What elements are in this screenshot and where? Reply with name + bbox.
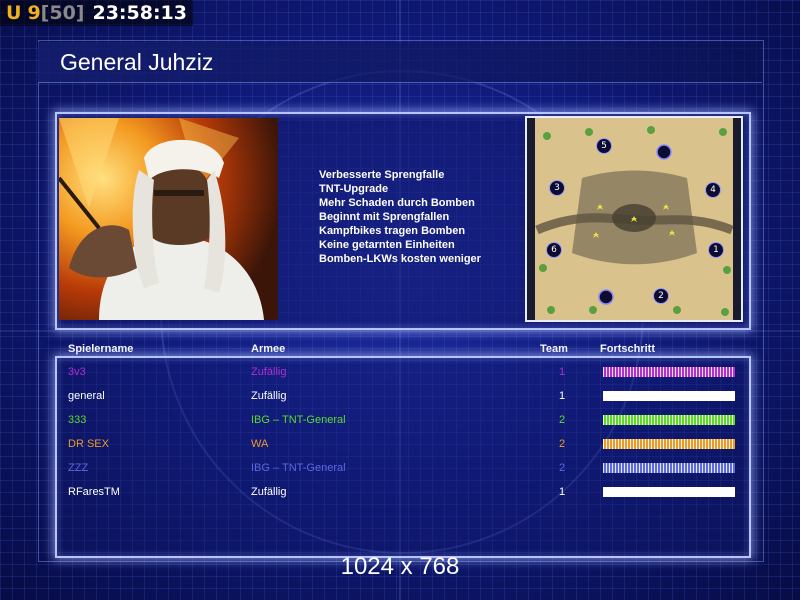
hud-unit-count: 9 xyxy=(27,2,41,24)
column-header-name: Spielername xyxy=(68,343,134,355)
player-progress-fill xyxy=(603,391,735,401)
general-portrait xyxy=(59,118,278,320)
player-row: ZZZ IBG – TNT-General 2 xyxy=(0,457,800,481)
feature-item: Bomben-LKWs kosten weniger xyxy=(319,253,481,265)
player-progress-fill xyxy=(603,487,735,497)
player-row: RFaresTM Zufällig 1 xyxy=(0,481,800,505)
player-army: Zufällig xyxy=(251,486,287,498)
map-start-marker: 5 xyxy=(596,138,612,154)
player-name: general xyxy=(68,390,105,402)
player-name: 3v3 xyxy=(68,366,86,378)
hud-unit-counter: 9[50] xyxy=(27,2,84,24)
player-army: Zufällig xyxy=(251,390,287,402)
feature-item: Keine getarnten Einheiten xyxy=(319,239,455,251)
feature-item: TNT-Upgrade xyxy=(319,183,389,195)
general-title: General Juhziz xyxy=(60,49,214,75)
player-row: 3v3 Zufällig 1 xyxy=(0,361,800,385)
player-army: IBG – TNT-General xyxy=(251,414,346,426)
player-row: DR SEX WA 2 xyxy=(0,433,800,457)
player-team: 2 xyxy=(559,414,566,426)
feature-item: Kampfbikes tragen Bomben xyxy=(319,225,466,237)
player-row: 333 IBG – TNT-General 2 xyxy=(0,409,800,433)
map-start-marker: 2 xyxy=(653,288,669,304)
feature-item: Verbesserte Sprengfalle xyxy=(319,169,445,181)
player-name: RFaresTM xyxy=(68,486,120,498)
hud-status-letter: U xyxy=(6,2,22,24)
column-header-progress: Fortschritt xyxy=(600,343,655,355)
player-team: 1 xyxy=(559,390,566,402)
player-progress-bar xyxy=(603,415,735,425)
player-name: DR SEX xyxy=(68,438,109,450)
player-army: IBG – TNT-General xyxy=(251,462,346,474)
player-name: 333 xyxy=(68,414,87,426)
player-progress-bar xyxy=(603,463,735,473)
player-team: 1 xyxy=(559,486,566,498)
player-progress-bar xyxy=(603,367,735,377)
player-progress-bar xyxy=(603,487,735,497)
player-progress-fill xyxy=(603,367,735,377)
map-start-marker: 6 xyxy=(546,242,562,258)
player-team: 1 xyxy=(559,366,566,378)
hud-clock: 23:58:13 xyxy=(92,2,188,24)
player-progress-fill xyxy=(603,439,735,449)
hud-status-bar: U 9[50] 23:58:13 xyxy=(0,0,194,26)
player-progress-fill xyxy=(603,463,735,473)
resolution-label: 1024 x 768 xyxy=(340,553,460,580)
column-header-team: Team xyxy=(540,343,568,355)
player-army: Zufällig xyxy=(251,366,287,378)
player-row: general Zufällig 1 xyxy=(0,385,800,409)
general-features-list: Verbesserte Sprengfalle TNT-Upgrade Mehr… xyxy=(319,168,481,266)
map-preview: 1 2 3 4 5 6 xyxy=(525,116,743,322)
map-start-marker: 3 xyxy=(549,180,565,196)
player-team: 2 xyxy=(559,438,566,450)
map-start-marker: 1 xyxy=(708,242,724,258)
player-progress-fill xyxy=(603,415,735,425)
feature-item: Beginnt mit Sprengfallen xyxy=(319,211,450,223)
hud-unit-cap: [50] xyxy=(40,2,85,24)
column-header-army: Armee xyxy=(251,343,286,355)
general-portrait-image xyxy=(59,118,264,320)
feature-item: Mehr Schaden durch Bomben xyxy=(319,197,475,209)
player-progress-bar xyxy=(603,391,735,401)
player-army: WA xyxy=(251,438,269,450)
player-name: ZZZ xyxy=(68,462,89,474)
player-progress-bar xyxy=(603,439,735,449)
player-team: 2 xyxy=(559,462,566,474)
map-start-marker: 4 xyxy=(705,182,721,198)
